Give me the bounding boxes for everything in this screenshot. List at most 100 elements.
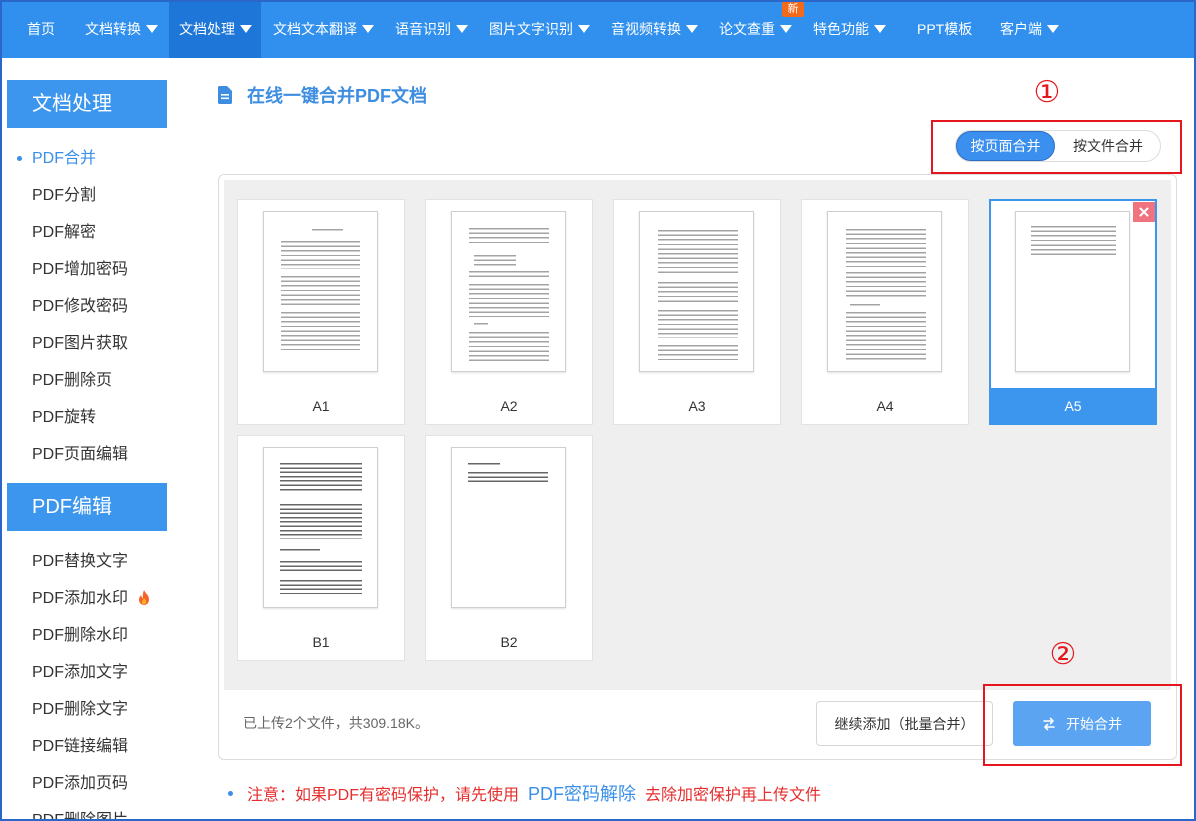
page-thumbnail xyxy=(263,447,378,608)
page-card-b2[interactable]: B2 xyxy=(425,435,593,661)
merge-by-file-option[interactable]: 按文件合并 xyxy=(1056,131,1160,161)
sidebar-item-label: PDF修改密码 xyxy=(32,298,129,315)
thumbnail-text-lines xyxy=(474,255,516,266)
sidebar-item-pdf-add-watermark[interactable]: PDF添加水印 xyxy=(7,580,167,617)
nav-item-label: 文档转换 xyxy=(85,21,141,37)
new-badge: 新 xyxy=(782,1,804,17)
page-label: A2 xyxy=(500,398,518,414)
pdf-decrypt-link[interactable]: PDF密码解除 xyxy=(528,780,636,806)
page-thumbnail xyxy=(451,447,566,608)
sidebar-section-title: 文档处理 xyxy=(7,80,167,128)
sidebar-item-pdf-add-text[interactable]: PDF添加文字 xyxy=(7,654,167,691)
nav-item-ppt-templates[interactable]: PPT模板 xyxy=(907,0,981,58)
thumbnail-text-lines xyxy=(469,284,549,317)
page-card-b1[interactable]: B1 xyxy=(237,435,405,661)
page-thumbnail xyxy=(639,211,754,372)
nav-item-speech-recognition[interactable]: 语音识别 xyxy=(385,0,477,58)
nav-item-doc-process[interactable]: 文档处理 xyxy=(169,0,261,58)
thumbnail-text-lines xyxy=(280,463,362,491)
app-window: 首页 文档转换 文档处理 文档文本翻译 语音识别 图片文字识别 音视频转换 论文… xyxy=(0,0,1196,821)
page-label: A5 xyxy=(991,388,1155,424)
page-label: A4 xyxy=(876,398,894,414)
sidebar-item-pdf-split[interactable]: PDF分割 xyxy=(7,177,167,214)
nav-item-image-ocr[interactable]: 图片文字识别 xyxy=(479,0,599,58)
chevron-down-icon xyxy=(146,25,158,33)
nav-item-doc-convert[interactable]: 文档转换 xyxy=(75,0,167,58)
nav-item-label: 音视频转换 xyxy=(611,21,681,37)
thumbnail-text-lines xyxy=(281,241,360,269)
sidebar-item-pdf-delete-images[interactable]: PDF删除图片 xyxy=(7,802,167,820)
sidebar-item-label: PDF删除水印 xyxy=(32,627,129,644)
sidebar-item-pdf-add-password[interactable]: PDF增加密码 xyxy=(7,251,167,288)
nav-item-features[interactable]: 特色功能 xyxy=(803,0,895,58)
notice-text-after: 去除加密保护再上传文件 xyxy=(645,787,822,804)
sidebar-item-label: PDF分割 xyxy=(32,187,97,204)
thumbnail-text-lines xyxy=(850,304,880,307)
nav-item-plagiarism-check[interactable]: 论文查重 新 xyxy=(709,0,804,58)
thumbnail-text-lines xyxy=(846,229,926,267)
nav-item-label: 图片文字识别 xyxy=(489,21,573,37)
thumbnail-text-lines xyxy=(469,228,549,246)
thumbnail-text-lines xyxy=(846,272,926,299)
chevron-down-icon xyxy=(240,25,252,33)
sidebar-item-pdf-add-page-numbers[interactable]: PDF添加页码 xyxy=(7,765,167,802)
sidebar-item-label: PDF合并 xyxy=(32,150,97,167)
swap-icon xyxy=(1043,717,1055,730)
annotation-marker-1: ① xyxy=(1033,76,1061,109)
notice-text-before: 注意：如果PDF有密码保护，请先使用 xyxy=(247,787,520,804)
sidebar-item-pdf-merge[interactable]: PDF合并 xyxy=(7,140,167,177)
chevron-down-icon xyxy=(578,25,590,33)
page-card-a1[interactable]: A1 xyxy=(237,199,405,425)
sidebar-item-pdf-extract-images[interactable]: PDF图片获取 xyxy=(7,325,167,362)
page-label: B2 xyxy=(500,634,518,650)
sidebar-section-title: PDF编辑 xyxy=(7,483,167,531)
thumbnail-text-lines xyxy=(468,472,548,485)
sidebar-item-pdf-remove-watermark[interactable]: PDF删除水印 xyxy=(7,617,167,654)
sidebar-list-pdf-edit: PDF替换文字 PDF添加水印 PDF删除水印 PDF添加文字 PDF删除文字 … xyxy=(7,543,167,820)
sidebar-item-label: PDF删除页 xyxy=(32,372,113,389)
annotation-marker-2: ② xyxy=(1049,638,1077,671)
sidebar-item-pdf-page-edit[interactable]: PDF页面编辑 xyxy=(7,436,167,473)
sidebar-item-label: PDF页面编辑 xyxy=(32,446,129,463)
merge-by-page-option[interactable]: 按页面合并 xyxy=(956,131,1055,161)
remove-page-button[interactable] xyxy=(1133,202,1155,222)
add-more-files-button[interactable]: 继续添加（批量合并） xyxy=(816,701,993,746)
sidebar-item-label: PDF替换文字 xyxy=(32,553,129,570)
sidebar-item-pdf-link-edit[interactable]: PDF链接编辑 xyxy=(7,728,167,765)
nav-item-home[interactable]: 首页 xyxy=(17,0,64,58)
nav-item-label: 特色功能 xyxy=(813,21,869,37)
page-thumbnail xyxy=(827,211,942,372)
thumbnail-text-lines xyxy=(474,323,488,325)
sidebar-item-pdf-delete-text[interactable]: PDF删除文字 xyxy=(7,691,167,728)
nav-item-client[interactable]: 客户端 xyxy=(990,0,1068,58)
nav-item-label: 文档文本翻译 xyxy=(273,21,357,37)
sidebar-item-pdf-decrypt[interactable]: PDF解密 xyxy=(7,214,167,251)
nav-item-label: 论文查重 xyxy=(719,21,775,37)
page-card-a5[interactable]: A5 xyxy=(989,199,1157,425)
sidebar-item-pdf-replace-text[interactable]: PDF替换文字 xyxy=(7,543,167,580)
page-card-a4[interactable]: A4 xyxy=(801,199,969,425)
thumbnail-text-lines xyxy=(280,561,362,573)
thumbnail-text-lines xyxy=(280,580,362,594)
nav-item-av-convert[interactable]: 音视频转换 xyxy=(601,0,707,58)
sidebar-list-doc-process: PDF合并 PDF分割 PDF解密 PDF增加密码 PDF修改密码 PDF图片获… xyxy=(7,140,167,473)
start-merge-button[interactable]: 开始合并 xyxy=(1013,701,1151,746)
sidebar-item-pdf-change-password[interactable]: PDF修改密码 xyxy=(7,288,167,325)
sidebar-item-pdf-delete-pages[interactable]: PDF删除页 xyxy=(7,362,167,399)
sidebar-item-pdf-rotate[interactable]: PDF旋转 xyxy=(7,399,167,436)
page-card-a2[interactable]: A2 xyxy=(425,199,593,425)
sidebar-item-label: PDF旋转 xyxy=(32,409,97,426)
thumbnail-text-lines xyxy=(280,504,362,539)
thumbnail-text-lines xyxy=(312,229,343,231)
nav-item-label: PPT模板 xyxy=(917,21,973,37)
nav-item-doc-translate[interactable]: 文档文本翻译 xyxy=(263,0,383,58)
chevron-down-icon xyxy=(686,25,698,33)
thumbnail-text-lines xyxy=(469,332,549,362)
nav-item-label: 文档处理 xyxy=(179,21,235,37)
thumbnail-text-lines xyxy=(281,312,360,350)
chevron-down-icon xyxy=(1047,25,1059,33)
sidebar-item-label: PDF删除文字 xyxy=(32,701,129,718)
sidebar-item-label: PDF图片获取 xyxy=(32,335,129,352)
page-card-a3[interactable]: A3 xyxy=(613,199,781,425)
thumbnail-text-lines xyxy=(658,230,738,276)
